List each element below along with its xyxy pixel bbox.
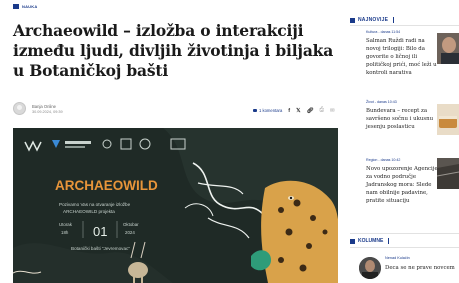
svg-text:2024: 2024 bbox=[125, 230, 135, 235]
heading-marker bbox=[350, 17, 355, 23]
svg-text:18h: 18h bbox=[61, 230, 69, 235]
author-avatar bbox=[13, 102, 26, 115]
heading-bar bbox=[393, 17, 395, 23]
poster-invite-line-2: ARCHAEOWILD projekta bbox=[63, 209, 115, 214]
comments-link[interactable]: 1 komentara bbox=[253, 108, 282, 113]
news-title[interactable]: Novo upozorenje Agencije za vodno područ… bbox=[366, 165, 438, 205]
x-icon[interactable]: 𝕏 bbox=[296, 108, 300, 114]
sidebar-divider bbox=[350, 233, 459, 234]
sidebar-divider bbox=[350, 247, 459, 248]
news-thumbnail[interactable] bbox=[437, 158, 459, 189]
poster-title: ARCHAEOWILD bbox=[55, 178, 158, 193]
author-block: Banja Online 30.09.2024, 09:39 bbox=[13, 102, 63, 115]
category-tag[interactable]: NAUKA bbox=[13, 4, 37, 9]
news-thumbnail[interactable] bbox=[437, 104, 459, 135]
leopard-illustration bbox=[261, 180, 338, 283]
columnist-name[interactable]: Nenad Kulačin bbox=[385, 256, 410, 260]
heading-marker bbox=[350, 238, 355, 244]
columns-heading[interactable]: KOLUMNE bbox=[350, 238, 390, 244]
print-icon[interactable]: ⎙ bbox=[320, 107, 324, 114]
category-marker bbox=[13, 4, 19, 9]
poster-invite-line-1: Pozivamo Vas na otvaranje izložbe bbox=[59, 202, 131, 207]
author-name[interactable]: Banja Online bbox=[32, 104, 63, 109]
news-item[interactable]: Život - danas 10:43 Bundevara – recept z… bbox=[366, 100, 438, 131]
comments-count: 1 komentara bbox=[259, 108, 283, 113]
heading-bar bbox=[388, 238, 390, 244]
columns-label: KOLUMNE bbox=[358, 238, 384, 244]
mail-icon[interactable]: ✉ bbox=[330, 108, 335, 114]
news-meta: Život - danas 10:43 bbox=[366, 100, 397, 104]
news-meta: Kultura - danas 11:54 bbox=[366, 30, 401, 34]
comment-icon bbox=[253, 108, 257, 113]
latest-news-heading[interactable]: NAJNOVIJE bbox=[350, 17, 395, 23]
hero-image[interactable]: ARCHAEOWILD Pozivamo Vas na otvaranje iz… bbox=[13, 128, 338, 283]
category-label: NAUKA bbox=[22, 4, 38, 9]
link-icon[interactable]: 🔗︎ bbox=[307, 108, 314, 114]
news-title[interactable]: Bundevara – recept za savršeno sočnu i u… bbox=[366, 107, 438, 131]
news-item[interactable]: Kultura - danas 11:54 Salman Ruždi radi … bbox=[366, 30, 438, 77]
news-meta: Region - danas 10:42 bbox=[366, 158, 401, 162]
share-bar: 1 komentara f 𝕏 🔗︎ ⎙ ✉ bbox=[253, 107, 335, 114]
news-title[interactable]: Salman Ruždi radi na novoj trilogiji: Bi… bbox=[366, 37, 438, 77]
svg-text:01: 01 bbox=[93, 224, 107, 239]
svg-text:Botanički bašti "Jevremovac": Botanički bašti "Jevremovac" bbox=[71, 246, 130, 251]
svg-text:Oktobar: Oktobar bbox=[123, 222, 139, 227]
news-item[interactable]: Region - danas 10:42 Novo upozorenje Age… bbox=[366, 158, 438, 205]
article-date: 30.09.2024, 09:39 bbox=[32, 109, 63, 114]
article-headline: Archaeowild – izložba o interakciji izme… bbox=[13, 21, 334, 80]
svg-text:Utorak: Utorak bbox=[59, 222, 73, 227]
facebook-icon[interactable]: f bbox=[288, 108, 290, 114]
sidebar-divider bbox=[350, 25, 459, 26]
columnist-avatar[interactable] bbox=[359, 257, 381, 279]
latest-news-label: NAJNOVIJE bbox=[358, 17, 389, 23]
news-thumbnail[interactable] bbox=[437, 33, 459, 64]
column-title[interactable]: Deca se ne prave novcem bbox=[385, 265, 455, 271]
exhibition-poster: ARCHAEOWILD Pozivamo Vas na otvaranje iz… bbox=[13, 128, 338, 283]
